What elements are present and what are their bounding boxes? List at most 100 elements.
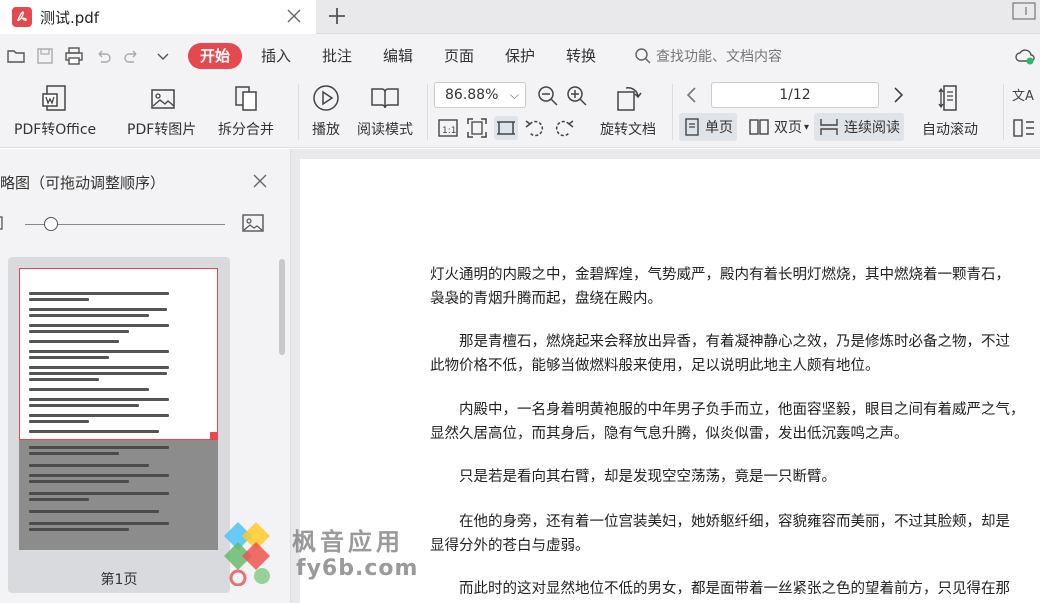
single-page-button[interactable]: 单页 xyxy=(679,113,737,141)
page-indicator: 1/12 xyxy=(779,87,811,103)
page-thumbnail[interactable]: 第1页 xyxy=(8,257,230,593)
double-page-icon xyxy=(749,119,769,135)
print-icon[interactable] xyxy=(64,46,84,66)
play-icon xyxy=(313,85,339,111)
sidebar-title: 略图（可拖动调整顺序） xyxy=(0,174,166,192)
single-page-label: 单页 xyxy=(705,120,733,136)
ribbon-toolbar: PDF转Office PDF转图片 拆分合并 播放 阅读模式 86.88% ⌵ … xyxy=(0,76,1040,148)
thumbnail-dim-overlay xyxy=(19,440,218,550)
sidebar-scrollbar[interactable] xyxy=(279,259,285,355)
save-icon[interactable] xyxy=(35,46,55,66)
paragraph-line: 在他的身旁，还有着一位宫装美妇，她娇躯纤细，容貌雍容而美丽，不过其脸颊，却是 xyxy=(459,514,1010,530)
paragraph-line: 内殿中，一名身着明黄袍服的中年男子负手而立，他面容坚毅，眼目之间有着威严之气， xyxy=(459,402,1025,418)
menu-insert[interactable]: 插入 xyxy=(249,43,303,69)
page-number-input[interactable]: 1/12 xyxy=(711,82,879,108)
small-thumbnail-icon[interactable] xyxy=(0,215,6,231)
rotate-left-icon[interactable] xyxy=(523,116,547,140)
document-paragraph: 在他的身旁，还有着一位宫装美妇，她娇躯纤细，容貌雍容而美丽，不过其脸颊，却是 显… xyxy=(430,510,1036,558)
paragraph-line: 而此时的这对显然地位不低的男女，都是面带着一丝紧张之色的望着前方，只见得在那 xyxy=(459,581,1010,597)
new-tab-icon[interactable] xyxy=(326,5,348,27)
search-icon xyxy=(635,48,651,64)
zoom-value: 86.88% xyxy=(445,87,499,103)
visible-area-handle[interactable] xyxy=(210,432,217,439)
image-icon[interactable] xyxy=(242,213,264,233)
document-paragraph: 灯火通明的内殿之中，金碧辉煌，气势威严，殿内有着长明灯燃烧，其中燃烧着一颗青石，… xyxy=(430,263,1036,311)
slider-thumb[interactable] xyxy=(44,217,58,231)
auto-scroll-icon xyxy=(938,85,957,111)
thumbnail-page-label: 第1页 xyxy=(100,572,138,588)
paragraph-line: 袅袅的青烟升腾而起，盘绕在殿内。 xyxy=(430,291,662,307)
menu-protect[interactable]: 保护 xyxy=(493,43,547,69)
read-mode-button[interactable]: 阅读模式 xyxy=(357,82,413,139)
paragraph-line: 那是青檀石，燃烧起来会释放出异香，有着凝神静心之效，乃是修炼时必备之物，不过 xyxy=(459,334,1010,350)
visible-area-indicator[interactable] xyxy=(19,268,218,440)
zoom-in-icon[interactable] xyxy=(565,84,589,108)
tab-title: 测试.pdf xyxy=(40,8,100,27)
translate-icon[interactable]: 文A xyxy=(1012,84,1036,108)
toolbar-separator xyxy=(672,84,673,140)
fit-width-icon[interactable] xyxy=(494,116,518,140)
document-paragraph: 那是青檀石，燃烧起来会释放出异香，有着凝神静心之效，乃是修炼时必备之物，不过 此… xyxy=(430,330,1036,378)
paragraph-line: 显得分外的苍白与虚弱。 xyxy=(430,538,590,554)
double-page-label: 双页 xyxy=(774,120,802,136)
actual-size-icon[interactable]: 1:1 xyxy=(436,116,460,140)
menu-start[interactable]: 开始 xyxy=(188,43,243,69)
split-merge-label: 拆分合并 xyxy=(218,122,274,138)
toolbar-separator xyxy=(298,84,299,140)
next-page-icon[interactable] xyxy=(886,83,910,107)
single-page-icon xyxy=(685,118,699,136)
continuous-read-label: 连续阅读 xyxy=(844,120,900,136)
menu-page[interactable]: 页面 xyxy=(432,43,486,69)
pdf-to-image-icon xyxy=(150,89,175,109)
close-sidebar-icon[interactable] xyxy=(250,171,270,191)
fit-page-icon[interactable] xyxy=(465,116,489,140)
document-tab[interactable]: 测试.pdf xyxy=(0,0,316,34)
continuous-read-button[interactable]: 连续阅读 xyxy=(814,113,904,141)
menu-annotate[interactable]: 批注 xyxy=(310,43,364,69)
rotate-document-button[interactable]: 旋转文档 xyxy=(600,82,656,139)
menu-bar: 开始 插入 批注 编辑 页面 保护 转换 查找功能、文档内容 xyxy=(0,34,1040,76)
play-button[interactable]: 播放 xyxy=(310,82,342,139)
watermark-domain: fy6b.com xyxy=(296,556,419,581)
pdf-to-image-button[interactable]: PDF转图片 xyxy=(127,82,196,139)
redo-icon[interactable] xyxy=(122,46,142,66)
ocr-icon[interactable] xyxy=(1012,116,1036,140)
function-search[interactable]: 查找功能、文档内容 xyxy=(634,43,782,69)
svg-text:文A: 文A xyxy=(1012,89,1034,104)
continuous-read-icon xyxy=(820,119,838,135)
close-tab-icon[interactable] xyxy=(284,6,304,26)
double-page-button[interactable]: 双页 ▾ xyxy=(744,113,813,141)
read-mode-label: 阅读模式 xyxy=(357,122,413,138)
book-icon xyxy=(371,88,399,109)
tab-bar: 测试.pdf xyxy=(0,0,1040,34)
svg-text:1:1: 1:1 xyxy=(442,126,456,136)
toolbar-separator xyxy=(1003,84,1004,140)
watermark: 枫音应用 fy6b.com xyxy=(222,520,422,590)
search-placeholder: 查找功能、文档内容 xyxy=(656,49,782,65)
split-merge-button[interactable]: 拆分合并 xyxy=(218,82,274,139)
paragraph-line: 灯火通明的内殿之中，金碧辉煌，气势威严，殿内有着长明灯燃烧，其中燃烧着一颗青石， xyxy=(430,267,1010,283)
zoom-select[interactable]: 86.88% ⌵ xyxy=(434,82,526,108)
paragraph-line: 显然久居高位，而其身后，隐有气息升腾，似炎似雷，发出低沉轰鸣之声。 xyxy=(430,426,909,442)
document-paragraph: 内殿中，一名身着明黄袍服的中年男子负手而立，他面容坚毅，眼目之间有着威严之气， … xyxy=(430,398,1036,446)
customize-dropdown-icon[interactable] xyxy=(153,46,173,66)
menu-convert[interactable]: 转换 xyxy=(554,43,608,69)
watermark-logo xyxy=(224,522,270,587)
document-paragraph: 只是若是看向其右臂，却是发现空空荡荡，竟是一只断臂。 xyxy=(430,465,1036,489)
zoom-out-icon[interactable] xyxy=(536,84,560,108)
split-merge-icon xyxy=(235,86,257,111)
window-layout-icon[interactable] xyxy=(1012,2,1036,20)
previous-page-icon[interactable] xyxy=(680,83,704,107)
menu-edit[interactable]: 编辑 xyxy=(371,43,425,69)
rotate-right-icon[interactable] xyxy=(552,116,576,140)
thumbnail-page xyxy=(19,268,218,550)
watermark-brand: 枫音应用 xyxy=(292,528,404,556)
undo-icon[interactable] xyxy=(93,46,113,66)
rotate-document-label: 旋转文档 xyxy=(600,122,656,138)
chevron-down-icon: ⌵ xyxy=(509,88,519,102)
toolbar-separator xyxy=(427,84,428,140)
open-folder-icon[interactable] xyxy=(6,46,26,66)
cloud-sync-icon[interactable] xyxy=(1014,46,1036,66)
pdf-to-office-button[interactable]: PDF转Office xyxy=(14,82,96,139)
auto-scroll-button[interactable]: 自动滚动 xyxy=(922,82,978,139)
